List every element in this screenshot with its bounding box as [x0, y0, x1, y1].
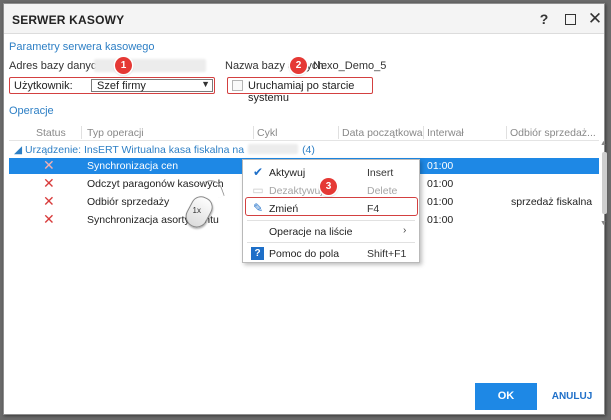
- maximize-button[interactable]: [558, 9, 582, 29]
- title-bar: SERWER KASOWY ? ✕: [4, 4, 604, 34]
- grid-header: Status Typ operacji Cykl Data początkowa…: [9, 124, 599, 141]
- device-group-row[interactable]: ◢ Urządzenie: InsERT Wirtualna kasa fisk…: [9, 143, 599, 157]
- inactive-x-icon: ✕: [43, 211, 55, 227]
- user-label: Użytkownik:: [14, 80, 73, 92]
- chevron-down-icon: ▼: [201, 79, 210, 89]
- params-section-title: Parametry serwera kasowego: [9, 41, 155, 53]
- column-header-cycle[interactable]: Cykl: [257, 127, 277, 139]
- interval-cell: 01:00: [427, 214, 454, 226]
- column-separator: [506, 126, 507, 139]
- db-address-value-masked: [94, 59, 206, 72]
- inactive-x-icon: ✕: [43, 175, 55, 191]
- column-header-type[interactable]: Typ operacji: [87, 127, 144, 139]
- operations-section-title: Operacje: [9, 105, 54, 117]
- column-separator: [423, 126, 424, 139]
- callout-badge-3: 3: [320, 178, 337, 195]
- device-group-label: ◢ Urządzenie: InsERT Wirtualna kasa fisk…: [14, 144, 315, 156]
- db-address-label: Adres bazy danych:: [9, 60, 106, 72]
- menu-item-shortcut: Delete: [367, 185, 398, 197]
- close-button[interactable]: ✕: [583, 9, 607, 29]
- chevron-right-icon: ›: [403, 225, 407, 236]
- autostart-label: Uruchamiaj po starcie systemu: [248, 80, 355, 104]
- mouse-click-count: 1x: [192, 205, 202, 215]
- deactivate-icon: ▭: [252, 183, 264, 197]
- menu-item-shortcut: Shift+F1: [367, 248, 407, 260]
- column-header-start-date[interactable]: Data początkowa: [342, 127, 423, 139]
- db-name-label: Nazwa bazy danych:: [225, 60, 327, 72]
- column-separator: [253, 126, 254, 139]
- column-header-interval[interactable]: Interwał: [427, 127, 464, 139]
- user-select-value: Szef firmy: [97, 80, 146, 92]
- menu-separator: [247, 242, 415, 243]
- device-group-title: Urządzenie: InsERT Wirtualna kasa fiskal…: [25, 144, 245, 156]
- inactive-x-icon: ✕: [43, 193, 55, 209]
- scroll-down-icon[interactable]: ▼: [600, 220, 607, 227]
- scrollbar-thumb[interactable]: [602, 152, 607, 214]
- db-name-value: Nexo_Demo_5: [313, 60, 387, 72]
- user-field-highlight: Użytkownik: Szef firmy ▼: [9, 77, 215, 94]
- device-group-count: (4): [302, 144, 315, 156]
- interval-cell: 01:00: [427, 178, 454, 190]
- menu-item-label: Operacje na liście: [269, 226, 353, 238]
- callout-badge-2: 2: [290, 57, 307, 74]
- menu-item-shortcut: Insert: [367, 167, 394, 179]
- sales-cell: sprzedaż fiskalna: [511, 196, 593, 208]
- menu-separator: [247, 220, 415, 221]
- grid-scrollbar[interactable]: ▲ ▼: [600, 140, 608, 228]
- menu-item-label: Dezaktywuj: [269, 185, 323, 197]
- ok-button[interactable]: OK: [475, 383, 537, 410]
- collapse-triangle-icon: ◢: [14, 144, 25, 156]
- maximize-icon: [564, 13, 576, 25]
- question-mark-icon: ?: [251, 247, 264, 260]
- menu-item-label: Aktywuj: [269, 167, 306, 179]
- column-header-status[interactable]: Status: [36, 127, 66, 139]
- autostart-checkbox[interactable]: [232, 80, 243, 91]
- edit-item-highlight: [245, 197, 418, 216]
- dialog-title: SERWER KASOWY: [12, 13, 125, 27]
- operation-type-cell: Synchronizacja cen: [87, 160, 179, 172]
- column-separator: [338, 126, 339, 139]
- user-select[interactable]: Szef firmy ▼: [91, 79, 213, 92]
- checkmark-icon: ✔: [252, 165, 264, 179]
- autostart-highlight: Uruchamiaj po starcie systemu: [227, 77, 373, 104]
- menu-item-field-help[interactable]: ? Pomoc do pola Shift+F1: [243, 245, 419, 262]
- menu-item-label: Pomoc do pola: [269, 248, 340, 260]
- scroll-up-icon[interactable]: ▲: [600, 140, 607, 147]
- operation-type-cell: Odbiór sprzedaży: [87, 196, 170, 208]
- callout-badge-1: 1: [115, 57, 132, 74]
- menu-item-list-operations[interactable]: Operacje na liście ›: [243, 223, 419, 240]
- device-name-masked: [248, 144, 299, 154]
- server-dialog: SERWER KASOWY ? ✕ Parametry serwera kaso…: [3, 3, 608, 415]
- inactive-x-icon: ✕: [43, 157, 55, 173]
- column-separator: [81, 126, 82, 139]
- interval-cell: 01:00: [427, 160, 454, 172]
- column-header-sales[interactable]: Odbiór sprzedaż...: [510, 127, 596, 139]
- cancel-button[interactable]: ANULUJ: [544, 383, 600, 410]
- interval-cell: 01:00: [427, 196, 454, 208]
- help-button[interactable]: ?: [532, 9, 556, 29]
